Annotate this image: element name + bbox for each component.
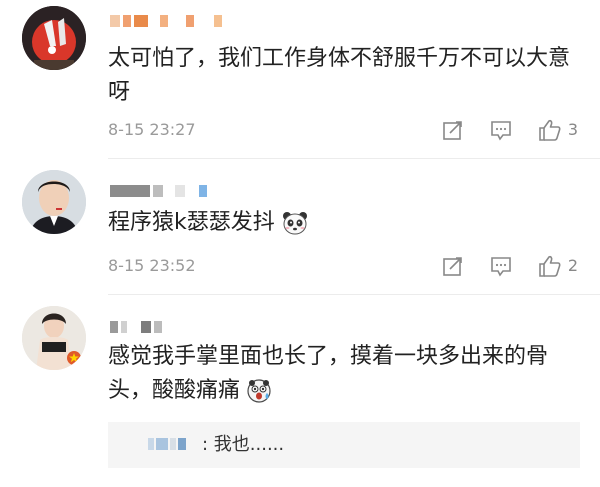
comment-actions: 3 (416, 118, 578, 142)
panda-emoji-icon (282, 212, 307, 235)
comment-text-body: 程序猿k瑟瑟发抖 (108, 210, 275, 235)
rabbit-avatar-icon (22, 6, 86, 70)
username-blurred[interactable] (110, 184, 207, 198)
username-blurred[interactable] (110, 320, 162, 334)
comment-icon (491, 257, 511, 277)
comment-time: 8-15 23:27 (108, 120, 196, 139)
comment-text: 感觉我手掌里面也长了，摸着一块多出来的骨头，酸酸痛痛 (108, 340, 588, 408)
comment-text-body: 感觉我手掌里面也长了，摸着一块多出来的骨头，酸酸痛痛 (108, 344, 549, 403)
avatar[interactable] (22, 6, 86, 70)
avatar[interactable] (22, 170, 86, 234)
comment-icon (491, 121, 511, 141)
scared-emoji-icon (247, 379, 271, 403)
thumbs-up-icon (539, 255, 561, 277)
share-button[interactable] (442, 255, 464, 277)
share-icon (443, 121, 462, 140)
divider (108, 294, 600, 295)
comment-text: 程序猿k瑟瑟发抖 (108, 206, 588, 240)
comment-time: 8-15 23:52 (108, 256, 196, 275)
like-count: 2 (567, 256, 578, 275)
avatar[interactable] (22, 306, 86, 370)
reply-button[interactable] (490, 255, 512, 277)
comment-meta: 8-15 23:27 3 (108, 118, 588, 142)
divider (108, 158, 600, 159)
reply-button[interactable] (490, 119, 512, 141)
comment-meta: 8-15 23:52 2 (108, 254, 588, 278)
comment-text: 太可怕了，我们工作身体不舒服千万不可以大意呀 (108, 46, 571, 105)
reply-username-blurred[interactable] (148, 438, 186, 450)
comment-actions: 2 (416, 254, 578, 278)
share-icon (443, 257, 462, 276)
like-button[interactable]: 3 (538, 118, 578, 142)
woman-avatar-icon (22, 306, 86, 370)
share-button[interactable] (442, 119, 464, 141)
like-count: 3 (567, 120, 578, 139)
reply-text: : 我也...... (202, 434, 285, 455)
username-blurred[interactable] (110, 14, 222, 28)
reply-box[interactable]: : 我也...... (108, 422, 580, 468)
man-avatar-icon (22, 170, 86, 234)
like-button[interactable]: 2 (538, 254, 578, 278)
thumbs-up-icon (539, 119, 561, 141)
